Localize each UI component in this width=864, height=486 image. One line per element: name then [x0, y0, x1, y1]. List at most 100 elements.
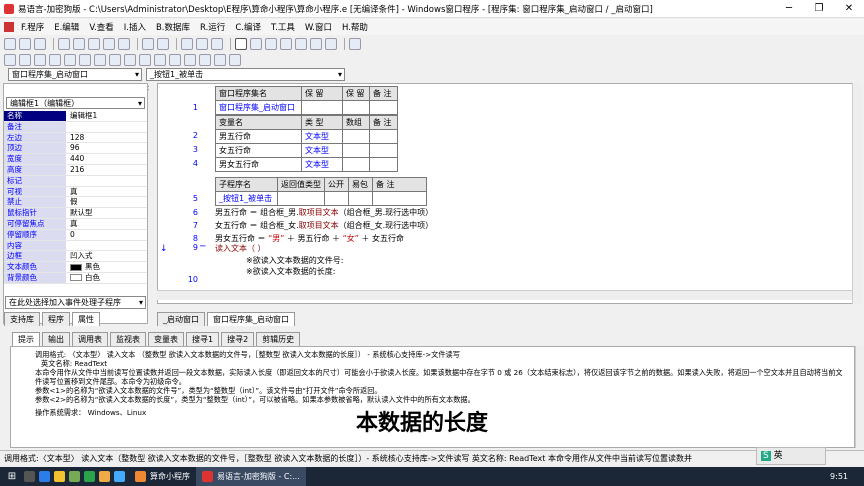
menu-insert[interactable]: I.插入	[119, 21, 151, 33]
bug-icon[interactable]	[349, 38, 361, 50]
send-back-icon[interactable]	[229, 54, 241, 66]
step-out-icon[interactable]	[295, 38, 307, 50]
new-icon[interactable]	[4, 38, 16, 50]
space-v-icon[interactable]	[154, 54, 166, 66]
property-value[interactable]: 216	[66, 165, 147, 175]
same-height-icon[interactable]	[109, 54, 121, 66]
property-value[interactable]	[66, 122, 147, 132]
object-combo[interactable]: 编辑框1（编辑框）	[6, 97, 145, 109]
code-line-6[interactable]: 男五行命 ＝ 组合框_男.取项目文本（组合框_男.现行选中项）	[215, 207, 433, 218]
tab-variables[interactable]: 变量表	[148, 332, 184, 346]
tab-search2[interactable]: 搜寻2	[221, 332, 255, 346]
replace-icon[interactable]	[157, 38, 169, 50]
property-row[interactable]: 备注	[4, 121, 147, 133]
tab-support-lib[interactable]: 支持库	[4, 312, 40, 326]
assembly-combo[interactable]: 窗口程序集_启动窗口	[8, 68, 142, 81]
find-icon[interactable]	[142, 38, 154, 50]
tab-watch[interactable]: 监视表	[110, 332, 146, 346]
tab-output[interactable]: 输出	[42, 332, 70, 346]
open-icon[interactable]	[19, 38, 31, 50]
menu-view[interactable]: V.查看	[84, 21, 118, 33]
app-icon-1[interactable]	[69, 471, 80, 482]
redo-icon[interactable]	[118, 38, 130, 50]
copy-icon[interactable]	[73, 38, 85, 50]
tab-program[interactable]: 程序	[42, 312, 70, 326]
property-value[interactable]: 0	[66, 230, 147, 240]
window1-icon[interactable]	[181, 38, 193, 50]
menu-tools[interactable]: T.工具	[266, 21, 300, 33]
menu-program[interactable]: F.程序	[16, 21, 49, 33]
subroutine-name[interactable]: _按钮1_被单击	[215, 191, 278, 206]
cut-icon[interactable]	[58, 38, 70, 50]
property-row[interactable]: 标记	[4, 175, 147, 187]
save-icon[interactable]	[34, 38, 46, 50]
step-in-icon[interactable]	[265, 38, 277, 50]
task-view-icon[interactable]	[24, 471, 35, 482]
property-row[interactable]: 禁止假	[4, 197, 147, 209]
bring-front-icon[interactable]	[214, 54, 226, 66]
menu-run[interactable]: R.运行	[195, 21, 230, 33]
property-value[interactable]: 黑色	[66, 262, 147, 272]
property-row[interactable]: 名称 编辑框1	[4, 111, 147, 122]
property-value[interactable]: 96	[66, 143, 147, 153]
property-row[interactable]: 边框 凹入式	[4, 251, 147, 263]
property-value[interactable]	[66, 241, 147, 251]
run-to-cursor-icon[interactable]	[310, 38, 322, 50]
menu-window[interactable]: W.窗口	[300, 21, 337, 33]
start-icon[interactable]: ⊞	[0, 467, 24, 486]
editor-vscrollbar[interactable]	[852, 83, 862, 304]
property-value[interactable]: 白色	[66, 273, 147, 283]
code-line-7[interactable]: 女五行命 ＝ 组合框_女.取项目文本（组合框_女.现行选中项）	[215, 220, 433, 231]
tab-clip-history[interactable]: 剪辑历史	[256, 332, 301, 346]
step-over-icon[interactable]	[280, 38, 292, 50]
center-v-icon[interactable]	[79, 54, 91, 66]
editor-hscrollbar[interactable]	[157, 290, 852, 300]
center-h-icon[interactable]	[64, 54, 76, 66]
menu-edit[interactable]: E.编辑	[49, 21, 84, 33]
ie-icon[interactable]	[39, 471, 50, 482]
task-suanming[interactable]: 算命小程序	[129, 467, 196, 486]
stop-icon[interactable]	[250, 38, 262, 50]
property-value[interactable]: 默认型	[66, 208, 147, 218]
hint-vscrollbar[interactable]	[855, 346, 864, 448]
menu-database[interactable]: B.数据库	[151, 21, 195, 33]
align-top-icon[interactable]	[34, 54, 46, 66]
run-icon[interactable]	[235, 38, 247, 50]
tab-search1[interactable]: 搜寻1	[186, 332, 220, 346]
order-icon[interactable]	[199, 54, 211, 66]
explorer-icon[interactable]	[54, 471, 65, 482]
property-row[interactable]: 可视真	[4, 186, 147, 198]
lock-icon[interactable]	[184, 54, 196, 66]
property-value[interactable]	[66, 176, 147, 186]
task-eyuyan[interactable]: 易语言-加密狗版 - C:...	[196, 467, 306, 486]
wechat-icon[interactable]	[84, 471, 95, 482]
restore-button[interactable]: ❐	[804, 0, 834, 18]
align-bottom-icon[interactable]	[49, 54, 61, 66]
property-value[interactable]: 440	[66, 154, 147, 164]
window3-icon[interactable]	[211, 38, 223, 50]
property-row[interactable]: 宽度 440	[4, 154, 147, 165]
property-row[interactable]: 鼠标指针 默认型	[4, 208, 147, 219]
property-row[interactable]: 停留顺序 0	[4, 229, 147, 241]
app-icon-2[interactable]	[99, 471, 110, 482]
property-value[interactable]: 假	[66, 197, 147, 207]
menu-help[interactable]: H.帮助	[337, 21, 373, 33]
undo-icon[interactable]	[103, 38, 115, 50]
app-icon-3[interactable]	[114, 471, 125, 482]
property-row[interactable]: 高度 216	[4, 164, 147, 176]
paste-icon[interactable]	[88, 38, 100, 50]
menu-compile[interactable]: C.编译	[230, 21, 266, 33]
property-value[interactable]: 真	[66, 187, 147, 197]
space-h-icon[interactable]	[139, 54, 151, 66]
clock[interactable]: 9:51	[830, 472, 848, 481]
property-row[interactable]: 内容	[4, 240, 147, 252]
property-value[interactable]: 真	[66, 219, 147, 229]
property-value[interactable]: 凹入式	[66, 251, 147, 261]
ime-mode[interactable]: 英	[774, 451, 783, 461]
subroutine-combo[interactable]: _按钮1_被单击	[146, 68, 345, 81]
align-left-icon[interactable]	[4, 54, 16, 66]
tab-properties[interactable]: 属性	[72, 312, 100, 326]
property-row[interactable]: 文本颜色 黑色	[4, 262, 147, 273]
tab-assembly[interactable]: 窗口程序集_启动窗口	[207, 312, 295, 326]
minimize-button[interactable]: ─	[774, 0, 804, 18]
